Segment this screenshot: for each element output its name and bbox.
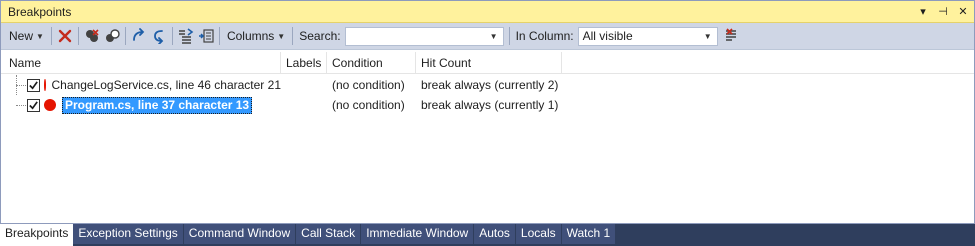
toolbar-separator (77, 27, 79, 45)
import-icon (198, 29, 214, 43)
toggle-breakpoints-icon (105, 29, 120, 42)
breakpoint-name: ChangeLogService.cs, line 46 character 2… (51, 78, 281, 92)
breakpoint-hit-count-cell: break always (currently 2) (421, 78, 559, 92)
breakpoint-enabled-checkbox[interactable] (27, 98, 40, 112)
toolbar-separator (50, 27, 52, 45)
breakpoint-labels-cell (281, 95, 327, 115)
breakpoint-enabled-checkbox[interactable] (27, 78, 40, 92)
toolbar-separator (171, 27, 173, 45)
chevron-down-icon: ▼ (277, 31, 286, 41)
tab-command-window[interactable]: Command Window (183, 224, 296, 244)
breakpoint-name-cell: Program.cs, line 37 character 13 (1, 95, 281, 115)
go-to-disassembly-icon (154, 30, 164, 44)
columns-button[interactable]: Columns ▼ (223, 25, 289, 47)
search-label: Search: (299, 29, 341, 43)
tab-call-stack[interactable]: Call Stack (296, 224, 361, 244)
reset-search-icon (725, 28, 736, 41)
go-to-disassembly-button[interactable] (149, 26, 169, 46)
breakpoint-hit-count-cell: break always (currently 1) (421, 98, 559, 112)
tree-line (16, 105, 26, 106)
export-button[interactable] (176, 26, 196, 46)
table-header: Name Labels Condition Hit Count (1, 52, 974, 74)
search-input[interactable]: ▼ (344, 26, 504, 46)
breakpoint-labels-cell (281, 75, 327, 95)
in-column-select[interactable]: All visible ▼ (577, 26, 718, 46)
tool-window-tabs: Breakpoints Exception Settings Command W… (0, 224, 975, 246)
column-header-labels[interactable]: Labels (281, 52, 327, 74)
breakpoint-icon (44, 79, 46, 91)
toolbar-separator (124, 27, 126, 45)
tab-autos[interactable]: Autos (474, 224, 515, 244)
breakpoint-name-selected: Program.cs, line 37 character 13 (62, 96, 253, 114)
new-breakpoint-button[interactable]: New ▼ (5, 25, 48, 47)
reset-search-button[interactable] (721, 26, 741, 46)
export-icon (178, 28, 194, 44)
toolbar-separator (292, 27, 294, 45)
delete-icon (58, 29, 72, 43)
window-options-button[interactable]: ▾ (914, 3, 932, 21)
tab-locals[interactable]: Locals (515, 224, 561, 244)
breakpoint-condition-cell: (no condition) (332, 78, 405, 92)
toggle-all-breakpoints-button[interactable] (102, 26, 122, 46)
columns-label: Columns (226, 29, 275, 43)
chevron-down-icon[interactable]: ▼ (490, 32, 498, 41)
in-column-value: All visible (582, 29, 633, 43)
go-to-source-icon (133, 28, 145, 41)
column-header-condition[interactable]: Condition (327, 52, 416, 74)
breakpoints-table: Name Labels Condition Hit Count ChangeLo… (1, 52, 974, 115)
breakpoint-name-cell: ChangeLogService.cs, line 46 character 2… (1, 75, 281, 95)
table-row[interactable]: Program.cs, line 37 character 13 (no con… (1, 95, 974, 115)
column-header-hit-count[interactable]: Hit Count (416, 52, 562, 74)
checkmark-icon (29, 80, 38, 90)
checkmark-icon (29, 100, 38, 110)
table-row[interactable]: ChangeLogService.cs, line 46 character 2… (1, 75, 974, 95)
import-button[interactable] (196, 26, 216, 46)
toolbar-separator (508, 27, 510, 45)
delete-breakpoint-button[interactable] (55, 26, 75, 46)
window-titlebar: Breakpoints ▾ ⊣ ✕ (1, 1, 974, 23)
tab-exception-settings[interactable]: Exception Settings (73, 224, 183, 244)
toolbar-separator (218, 27, 220, 45)
in-column-label: In Column: (515, 29, 574, 43)
window-title: Breakpoints (8, 4, 72, 19)
breakpoints-toolbar: New ▼ Columns ▼ Search: ▼ In Column: All… (1, 23, 974, 50)
close-button[interactable]: ✕ (954, 3, 972, 21)
pin-button[interactable]: ⊣ (934, 3, 952, 21)
column-header-name[interactable]: Name (1, 52, 281, 74)
delete-all-breakpoints-button[interactable] (82, 26, 102, 46)
tab-watch-1[interactable]: Watch 1 (561, 224, 616, 244)
tab-immediate-window[interactable]: Immediate Window (361, 224, 474, 244)
chevron-down-icon[interactable]: ▼ (704, 32, 712, 41)
breakpoint-icon (44, 99, 56, 111)
tree-line (16, 85, 26, 86)
new-label: New (9, 29, 34, 43)
go-to-source-button[interactable] (129, 26, 149, 46)
breakpoint-condition-cell: (no condition) (332, 98, 405, 112)
tab-breakpoints[interactable]: Breakpoints (0, 224, 74, 246)
chevron-down-icon: ▼ (36, 31, 44, 41)
delete-all-breakpoints-icon (85, 29, 99, 42)
breakpoints-window: Breakpoints ▾ ⊣ ✕ New ▼ Columns ▼ Search… (0, 0, 975, 224)
